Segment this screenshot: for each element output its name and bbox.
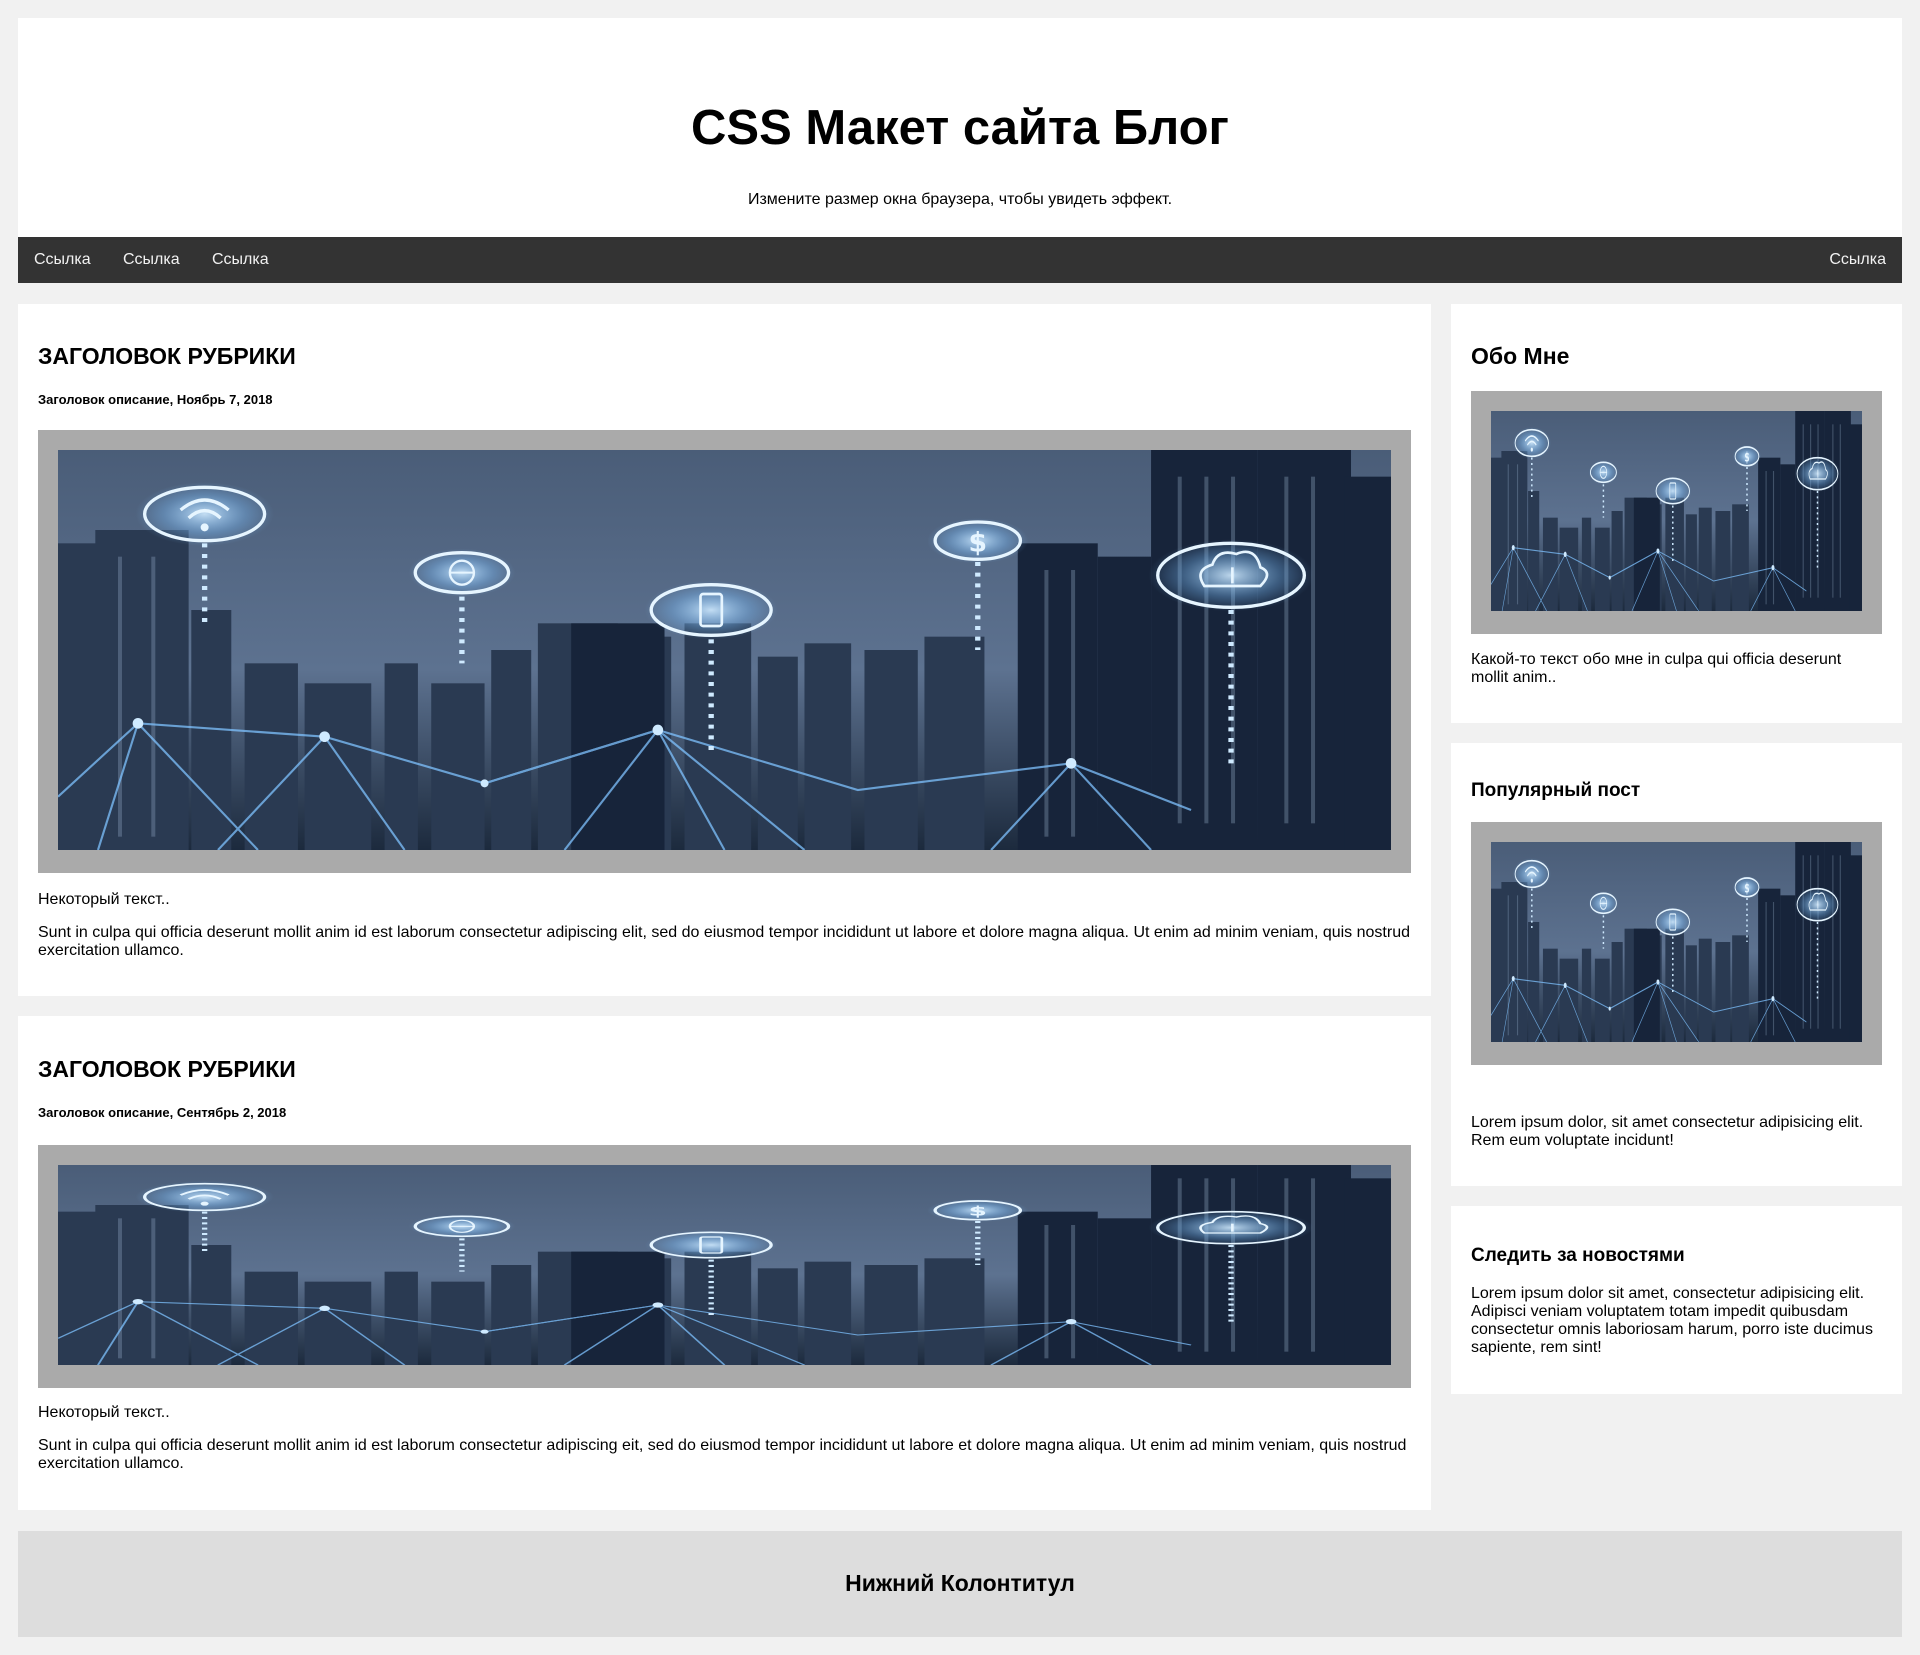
nav-link-3[interactable]: Ссылка xyxy=(196,237,285,283)
page: CSS Макет сайта Блог Измените размер окн… xyxy=(0,0,1920,1655)
post-meta: Заголовок описание, Ноябрь 7, 2018 xyxy=(38,392,273,407)
post-meta: Заголовок описание, Сентябрь 2, 2018 xyxy=(38,1105,287,1120)
post-body-text: Sunt in culpa qui officia deserunt molli… xyxy=(38,1437,1407,1472)
follow-heading: Следить за новостями xyxy=(1471,1245,1685,1266)
post-body-text: Sunt in culpa qui officia deserunt molli… xyxy=(38,924,1410,959)
blog-post-card: ЗАГОЛОВОК РУБРИКИ Заголовок описание, Но… xyxy=(18,304,1431,996)
follow-text: Lorem ipsum dolor sit amet, consectetur … xyxy=(1471,1285,1873,1356)
post-image-frame xyxy=(38,1145,1411,1388)
footer-title: Нижний Колонтитул xyxy=(845,1570,1075,1596)
post-heading: ЗАГОЛОВОК РУБРИКИ xyxy=(38,343,296,369)
post-image-frame xyxy=(38,430,1411,873)
nav-link-1[interactable]: Ссылка xyxy=(18,237,107,283)
page-title: CSS Макет сайта Блог xyxy=(691,101,1229,155)
nav-link-right[interactable]: Ссылка xyxy=(1813,237,1902,283)
popular-text: Lorem ipsum dolor, sit amet consectetur … xyxy=(1471,1114,1864,1149)
popular-image-frame xyxy=(1471,822,1882,1065)
post-lead-text: Некоторый текст.. xyxy=(38,891,170,908)
post-image xyxy=(58,1165,1391,1365)
post-image xyxy=(58,450,1391,850)
top-navigation: Ссылка Ссылка Ссылка Ссылка xyxy=(18,237,1902,283)
about-card: Обо Мне Какой-то текст обо мне in culpa … xyxy=(1451,304,1902,723)
post-lead-text: Некоторый текст.. xyxy=(38,1404,170,1421)
about-image-frame xyxy=(1471,391,1882,634)
site-footer: Нижний Колонтитул xyxy=(18,1531,1902,1637)
about-heading: Обо Мне xyxy=(1471,343,1570,369)
about-image xyxy=(1491,411,1862,611)
about-text: Какой-то текст обо мне in culpa qui offi… xyxy=(1471,651,1842,686)
popular-image xyxy=(1491,842,1862,1042)
post-heading: ЗАГОЛОВОК РУБРИКИ xyxy=(38,1056,296,1082)
nav-link-2[interactable]: Ссылка xyxy=(107,237,196,283)
popular-post-card: Популярный пост Lorem ipsum dolor, sit a… xyxy=(1451,743,1902,1186)
site-header: CSS Макет сайта Блог Измените размер окн… xyxy=(18,18,1902,237)
popular-heading: Популярный пост xyxy=(1471,780,1641,801)
page-subtitle: Измените размер окна браузера, чтобы уви… xyxy=(747,191,1173,208)
blog-post-card: ЗАГОЛОВОК РУБРИКИ Заголовок описание, Се… xyxy=(18,1016,1431,1510)
follow-card: Следить за новостями Lorem ipsum dolor s… xyxy=(1451,1206,1902,1394)
